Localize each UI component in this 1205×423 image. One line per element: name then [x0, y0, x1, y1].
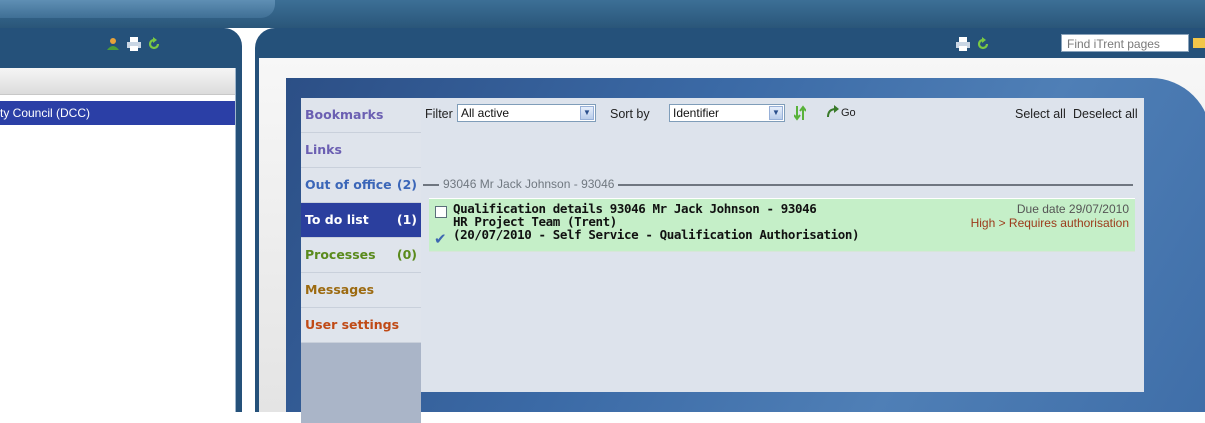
nav-count: (1) — [396, 212, 417, 227]
nav-label: To do list — [305, 212, 369, 227]
printer-icon[interactable] — [955, 37, 971, 54]
refresh-icon[interactable] — [977, 37, 989, 54]
chevron-down-icon[interactable]: ▼ — [769, 106, 783, 120]
filter-select[interactable]: All active ▼ — [457, 104, 596, 122]
nav-out-of-office[interactable]: Out of office (2) — [301, 168, 421, 203]
find-itrent-pages-input[interactable]: Find iTrent pages — [1061, 34, 1189, 52]
sort-select-value: Identifier — [673, 106, 720, 120]
nav-label: Out of office — [305, 177, 392, 192]
group-label: 93046 Mr Jack Johnson - 93046 — [439, 177, 619, 191]
nav-messages[interactable]: Messages — [301, 273, 421, 308]
task-details: (20/07/2010 - Self Service - Qualificati… — [453, 227, 860, 242]
main-header-icons — [955, 37, 989, 54]
filter-label: Filter — [425, 107, 453, 121]
chevron-down-icon[interactable]: ▼ — [580, 106, 594, 120]
sort-label: Sort by — [610, 107, 650, 121]
left-panel-body: ty Council (DCC) — [0, 68, 236, 412]
checkmark-icon: ✔ — [434, 230, 447, 248]
select-all-link[interactable]: Select all — [1015, 107, 1066, 121]
left-panel-strip — [0, 68, 235, 95]
nav-label: Bookmarks — [305, 107, 384, 122]
go-arrow-icon[interactable] — [826, 105, 840, 122]
person-icon[interactable] — [106, 37, 120, 54]
nav-bookmarks[interactable]: Bookmarks — [301, 98, 421, 133]
nav-processes[interactable]: Processes (0) — [301, 238, 421, 273]
go-button[interactable]: Go — [841, 107, 856, 119]
find-go-icon[interactable] — [1193, 38, 1205, 48]
printer-icon[interactable] — [126, 37, 142, 54]
deselect-all-link[interactable]: Deselect all — [1073, 107, 1138, 121]
toolbar: Filter All active ▼ Sort by Identifier ▼… — [421, 98, 1144, 130]
org-tree-selected-item[interactable]: ty Council (DCC) — [0, 101, 235, 125]
nav-label: User settings — [305, 317, 400, 332]
task-row[interactable]: ✔ Qualification details 93046 Mr Jack Jo… — [429, 198, 1135, 252]
task-checkbox[interactable] — [435, 206, 447, 218]
nav-label: Messages — [305, 282, 375, 297]
main-panel: Find iTrent pages Bookmarks Links Out of… — [255, 28, 1205, 423]
task-due-date: Due date 29/07/2010 — [1016, 202, 1129, 216]
top-bar-tab — [0, 0, 275, 18]
sort-direction-icon[interactable] — [793, 105, 807, 124]
nav-links[interactable]: Links — [301, 133, 421, 168]
top-bar — [0, 0, 1205, 28]
nav-to-do-list[interactable]: To do list (1) — [301, 203, 421, 238]
sort-select[interactable]: Identifier ▼ — [669, 104, 785, 122]
task-priority: High > Requires authorisation — [970, 216, 1129, 230]
nav-label: Links — [305, 142, 342, 157]
left-panel: ty Council (DCC) — [0, 28, 242, 412]
nav-user-settings[interactable]: User settings — [301, 308, 421, 343]
refresh-icon[interactable] — [148, 37, 160, 54]
left-panel-icons — [106, 37, 160, 54]
to-do-list-content: Filter All active ▼ Sort by Identifier ▼… — [421, 98, 1144, 392]
nav-filler — [301, 343, 421, 423]
filter-select-value: All active — [461, 106, 510, 120]
left-panel-header — [0, 28, 242, 64]
nav-count: (2) — [396, 177, 417, 192]
nav-label: Processes — [305, 247, 376, 262]
nav-count: (0) — [396, 247, 417, 262]
main-body: Bookmarks Links Out of office (2) To do … — [259, 58, 1205, 423]
portal-nav: Bookmarks Links Out of office (2) To do … — [301, 98, 421, 423]
